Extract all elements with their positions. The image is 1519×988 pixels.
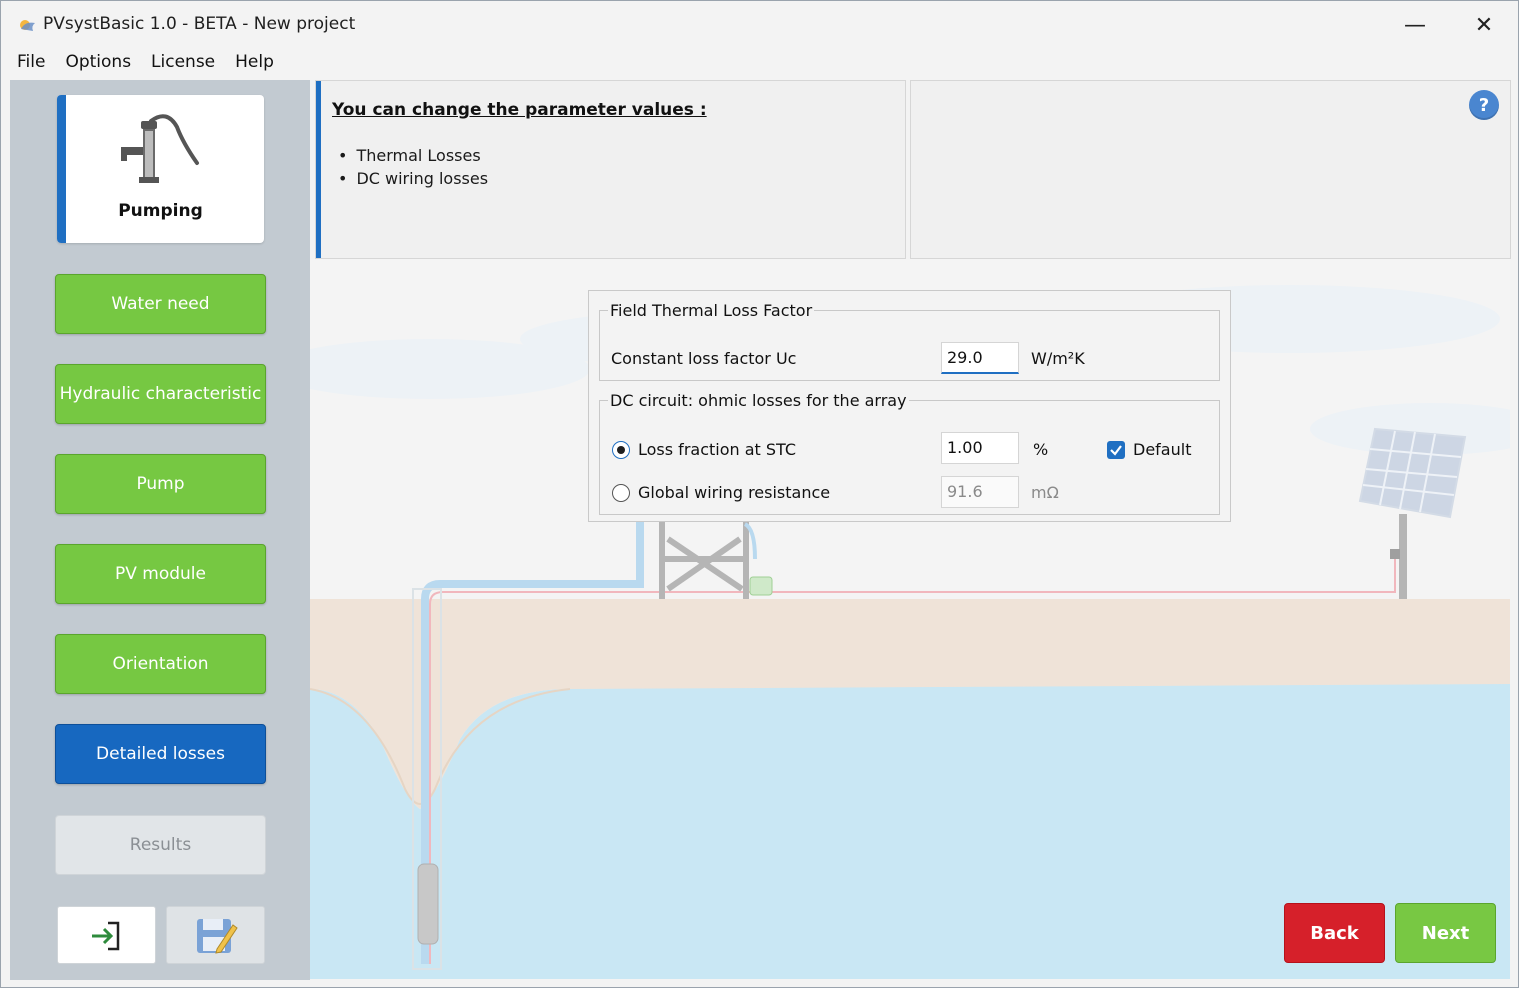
step-pump-button[interactable]: Pump	[55, 454, 266, 514]
wiring-resistance-input: 91.6	[941, 476, 1019, 508]
wiring-resistance-radio[interactable]	[612, 484, 630, 502]
step-water-need-button[interactable]: Water need	[55, 274, 266, 334]
project-type-card[interactable]: Pumping	[57, 95, 264, 243]
menu-file[interactable]: File	[1, 49, 55, 77]
dc-ohmic-losses-group: DC circuit: ohmic losses for the array L…	[599, 391, 1220, 515]
title-bar: PVsystBasic 1.0 - BETA - New project — ✕	[1, 1, 1518, 47]
step-pv-module-button[interactable]: PV module	[55, 544, 266, 604]
exit-icon	[92, 921, 120, 951]
submersible-pump	[417, 863, 439, 945]
loss-fraction-unit: %	[1033, 440, 1049, 459]
water-pump-icon	[121, 114, 199, 183]
instructions-panel: You can change the parameter values : Th…	[315, 80, 906, 259]
app-window: PVsystBasic 1.0 - BETA - New project — ✕…	[0, 0, 1519, 988]
close-button[interactable]: ✕	[1461, 9, 1507, 41]
menu-bar: File Options License Help	[1, 49, 284, 77]
app-logo-icon	[20, 20, 35, 31]
menu-license[interactable]: License	[141, 49, 225, 77]
wizard-sidebar: Pumping Water need Hydraulic characteris…	[10, 80, 310, 980]
water-tank	[749, 576, 773, 596]
uc-unit: W/m²K	[1031, 349, 1085, 368]
wiring-resistance-label: Global wiring resistance	[638, 483, 831, 502]
project-type-label: Pumping	[118, 201, 203, 221]
dc-losses-legend: DC circuit: ohmic losses for the array	[610, 391, 907, 410]
uc-label: Constant loss factor Uc	[611, 349, 797, 368]
default-label: Default	[1133, 440, 1192, 459]
loss-fraction-input[interactable]: 1.00	[941, 432, 1019, 464]
default-checkbox[interactable]	[1107, 441, 1125, 459]
step-results-button: Results	[55, 815, 266, 875]
help-icon[interactable]: ?	[1469, 90, 1499, 120]
step-detailed-losses-button[interactable]: Detailed losses	[55, 724, 266, 784]
menu-options[interactable]: Options	[55, 49, 141, 77]
losses-parameters-dialog: Field Thermal Loss Factor Constant loss …	[588, 290, 1231, 522]
window-title: PVsystBasic 1.0 - BETA - New project	[43, 14, 356, 34]
info-side-panel: ?	[910, 80, 1511, 259]
instructions-item: Thermal Losses	[338, 144, 488, 167]
next-button[interactable]: Next	[1395, 903, 1496, 963]
instructions-item: DC wiring losses	[338, 167, 488, 190]
instructions-list: Thermal Losses DC wiring losses	[338, 144, 488, 190]
exit-button[interactable]	[57, 906, 156, 964]
save-icon	[197, 919, 238, 954]
minimize-button[interactable]: —	[1392, 9, 1438, 41]
menu-help[interactable]: Help	[225, 49, 284, 77]
instructions-heading: You can change the parameter values :	[332, 100, 707, 120]
thermal-loss-group: Field Thermal Loss Factor Constant loss …	[599, 301, 1220, 381]
thermal-loss-legend: Field Thermal Loss Factor	[610, 301, 813, 320]
ground-surface	[310, 599, 1510, 689]
uc-input[interactable]: 29.0	[941, 342, 1019, 374]
back-button[interactable]: Back	[1284, 903, 1385, 963]
loss-fraction-label: Loss fraction at STC	[638, 440, 797, 459]
step-orientation-button[interactable]: Orientation	[55, 634, 266, 694]
save-button[interactable]	[166, 906, 265, 964]
instructions-accent-bar	[316, 81, 321, 258]
wiring-resistance-unit: mΩ	[1031, 483, 1059, 502]
step-hydraulic-characteristic-button[interactable]: Hydraulic characteristic	[55, 364, 266, 424]
check-icon	[1110, 445, 1122, 456]
loss-fraction-radio[interactable]	[612, 441, 630, 459]
